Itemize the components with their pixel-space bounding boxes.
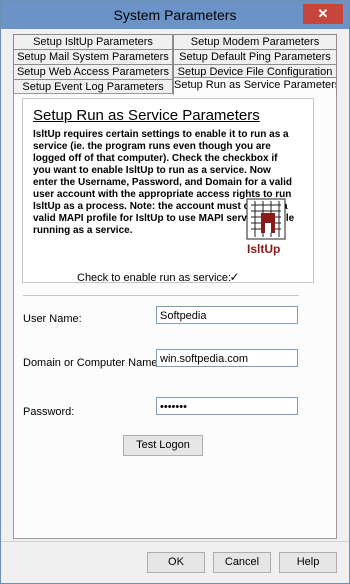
ok-button[interactable]: OK [147,552,205,573]
help-button[interactable]: Help [279,552,337,573]
title-bar[interactable]: System Parameters ✕ [1,1,349,29]
test-logon-button[interactable]: Test Logon [123,435,203,456]
tab-setup-web-access[interactable]: Setup Web Access Parameters [13,64,173,80]
tab-setup-default-ping[interactable]: Setup Default Ping Parameters [173,49,337,65]
form-divider [23,295,299,296]
domain-field[interactable]: win.softpedia.com [156,349,298,367]
domain-label: Domain or Computer Name: [23,357,161,369]
close-button[interactable]: ✕ [303,4,343,24]
footer-divider [1,541,349,542]
run-as-service-label: Check to enable run as service: [77,272,232,284]
username-label: User Name: [23,313,82,325]
system-parameters-window: System Parameters ✕ Setup IsltUp Paramet… [0,0,350,584]
password-field[interactable]: ••••••• [156,397,298,415]
info-box: Setup Run as Service Parameters IsltUp r… [22,98,314,283]
tab-setup-run-as-service[interactable]: Setup Run as Service Parameters [173,77,337,95]
tab-setup-isltup[interactable]: Setup IsltUp Parameters [13,34,173,50]
tab-setup-modem[interactable]: Setup Modem Parameters [173,34,337,50]
cancel-button[interactable]: Cancel [213,552,271,573]
run-as-service-checkbox[interactable]: ✓ [229,271,240,283]
username-field[interactable]: Softpedia [156,306,298,324]
isltup-logo-icon: IsltUp [246,198,286,256]
password-label: Password: [23,406,75,418]
svg-text:IsltUp: IsltUp [247,242,280,256]
info-title: Setup Run as Service Parameters [33,107,260,124]
tab-setup-mail-system[interactable]: Setup Mail System Parameters [13,49,173,65]
window-title: System Parameters [113,7,237,23]
